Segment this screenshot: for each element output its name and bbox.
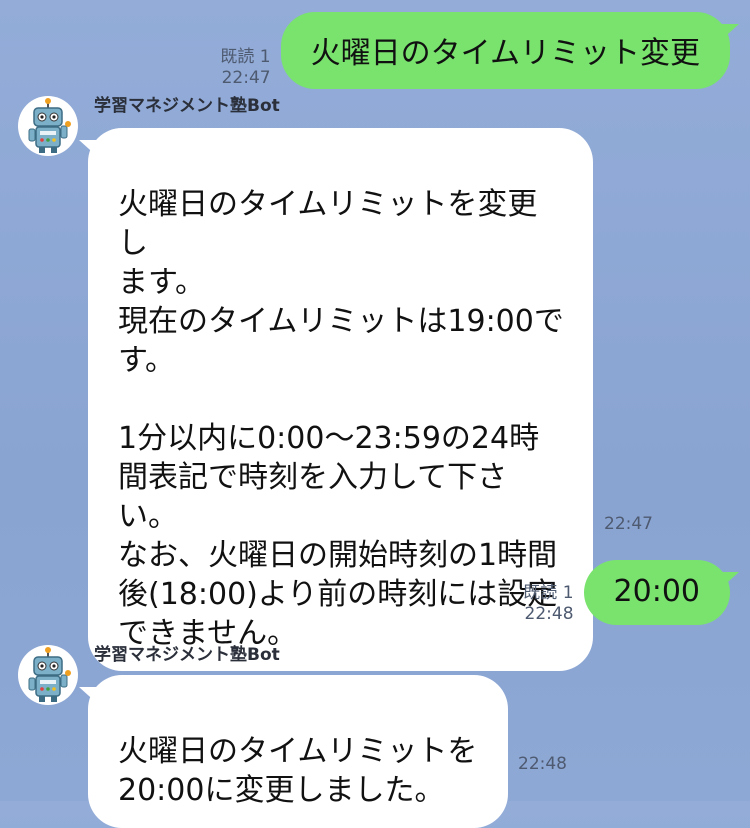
message-time: 22:48 [524,604,574,624]
sender-name: 学習マネジメント塾Bot [94,645,280,665]
message-time: 22:47 [604,514,653,534]
message-time: 22:48 [518,754,567,774]
outgoing-bubble[interactable]: 火曜日のタイムリミット変更 [280,12,730,89]
message-time: 22:47 [221,68,271,88]
incoming-bubble[interactable]: 火曜日のタイムリミットを 20:00に変更しました。 [88,675,508,828]
message-meta: 既読 1 22:47 [220,47,270,89]
read-receipt: 既読 1 [523,583,574,603]
message-meta: 既読 1 22:48 [523,583,573,625]
message-text: 火曜日のタイムリミットを 20:00に変更しました。 [118,734,478,808]
sender-name: 学習マネジメント塾Bot [94,96,280,116]
message-text: 火曜日のタイムリミットを変更し ます。 現在のタイムリミットは19:00で す。… [118,187,564,651]
robot-icon[interactable] [18,645,78,705]
outgoing-message: 既読 1 22:48 20:00 [523,560,730,625]
read-receipt: 既読 1 [220,47,271,67]
outgoing-message: 既読 1 22:47 火曜日のタイムリミット変更 [220,12,730,89]
robot-icon[interactable] [18,96,78,156]
incoming-bubble[interactable]: 火曜日のタイムリミットを変更し ます。 現在のタイムリミットは19:00で す。… [88,128,593,671]
outgoing-bubble[interactable]: 20:00 [583,560,730,625]
message-text: 火曜日のタイムリミット変更 [310,36,700,71]
message-text: 20:00 [613,574,700,609]
chat-view: 既読 1 22:47 火曜日のタイムリミット変更 学習マネジメント塾Bot 火曜… [0,0,750,828]
